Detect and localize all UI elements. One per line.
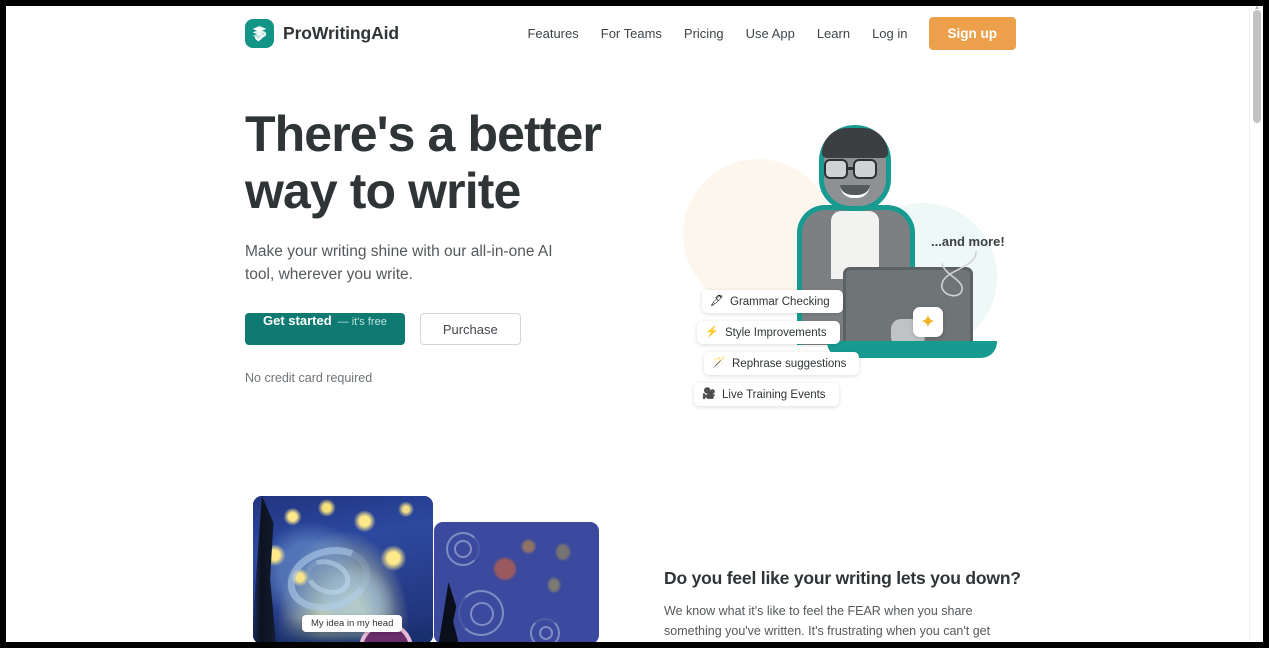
starry-night-card: My idea in my head [253, 496, 433, 642]
nav-link-learn[interactable]: Learn [806, 18, 861, 49]
glasses-right-lens [853, 159, 877, 179]
notebook-paint-blot [548, 578, 560, 592]
get-started-label: Get started [263, 313, 332, 328]
section-two-paragraph-1: We know what it's like to feel the FEAR … [664, 604, 991, 638]
feature-badge-style-improvements: ⚡ Style Improvements [697, 321, 840, 344]
lightning-bolt-icon: ⚡ [705, 326, 719, 338]
sparkle-card: ✦ [913, 307, 943, 337]
no-credit-card-note: No credit card required [245, 371, 373, 385]
nav-link-features[interactable]: Features [516, 18, 589, 49]
brand-logo-link[interactable]: ProWritingAid [245, 19, 399, 48]
hero-section: There's a better way to write Make your … [6, 62, 1249, 472]
feature-badge-label: Style Improvements [725, 326, 827, 339]
notebook-illustration-card [434, 522, 599, 642]
notebook-swirl [470, 602, 494, 626]
feature-badge-grammar-checking: 🖋 Grammar Checking [702, 290, 843, 313]
notebook-swirl [454, 540, 472, 558]
magic-wand-icon: 🪄 [712, 357, 726, 369]
hero-cta-row: Get started — it's free Purchase [245, 313, 605, 345]
brand-name: ProWritingAid [283, 23, 400, 43]
nav-link-use-app[interactable]: Use App [735, 18, 806, 49]
section-two-title: Do you feel like your writing lets you d… [664, 568, 1021, 588]
main-navigation: Features For Teams Pricing Use App Learn… [516, 17, 1016, 50]
glasses-left-lens [824, 159, 848, 179]
and-more-loop-line [941, 251, 977, 297]
nav-link-pricing[interactable]: Pricing [673, 18, 735, 49]
site-header: ProWritingAid Features For Teams Pricing… [6, 6, 1249, 62]
video-camera-icon: 🎥 [702, 388, 716, 400]
sign-up-button[interactable]: Sign up [928, 17, 1016, 50]
vertical-scrollbar[interactable]: ▲ [1249, 6, 1263, 642]
feature-badge-label: Rephrase suggestions [732, 357, 847, 370]
get-started-sublabel: — it's free [337, 316, 387, 328]
browser-viewport: ProWritingAid Features For Teams Pricing… [6, 6, 1263, 642]
browser-window-frame: ProWritingAid Features For Teams Pricing… [0, 0, 1269, 648]
glasses-bridge [848, 167, 853, 170]
hero-copy-block: There's a better way to write Make your … [245, 106, 605, 385]
notebook-paint-blot [494, 558, 516, 580]
feature-badge-list: 🖋 Grammar Checking ⚡ Style Improvements … [694, 290, 860, 406]
sparkle-icon: ✦ [920, 311, 936, 333]
purchase-button[interactable]: Purchase [419, 313, 521, 345]
feature-badge-live-training-events: 🎥 Live Training Events [694, 383, 839, 406]
nav-link-for-teams[interactable]: For Teams [590, 18, 673, 49]
hero-title: There's a better way to write [245, 106, 602, 219]
feature-badge-label: Grammar Checking [730, 295, 830, 308]
feather-pen-icon: 🖋 [710, 295, 724, 307]
hero-subtitle: Make your writing shine with our all-in-… [245, 243, 553, 283]
scrollbar-thumb[interactable] [1253, 10, 1261, 123]
feature-badge-label: Live Training Events [722, 388, 826, 401]
person-hair [822, 128, 888, 158]
notebook-paint-blot [522, 540, 535, 553]
webpage-content: ProWritingAid Features For Teams Pricing… [6, 6, 1249, 642]
and-more-label: ...and more! [931, 234, 1005, 249]
notebook-swirl [539, 626, 553, 640]
writing-lets-you-down-section: My idea in my head Do you feel like your… [6, 496, 1249, 642]
idea-in-my-head-label: My idea in my head [302, 615, 403, 632]
prowritingaid-logo-icon [245, 19, 274, 48]
nav-link-log-in[interactable]: Log in [861, 18, 918, 49]
notebook-paint-blot [556, 544, 570, 560]
section-two-copy-block: Do you feel like your writing lets you d… [664, 568, 1021, 642]
get-started-button[interactable]: Get started — it's free [245, 313, 405, 345]
feature-badge-rephrase-suggestions: 🪄 Rephrase suggestions [704, 352, 860, 375]
hero-illustration: ...and more! ✦ 🖋 Grammar Checking ⚡ Styl… [661, 107, 1021, 442]
